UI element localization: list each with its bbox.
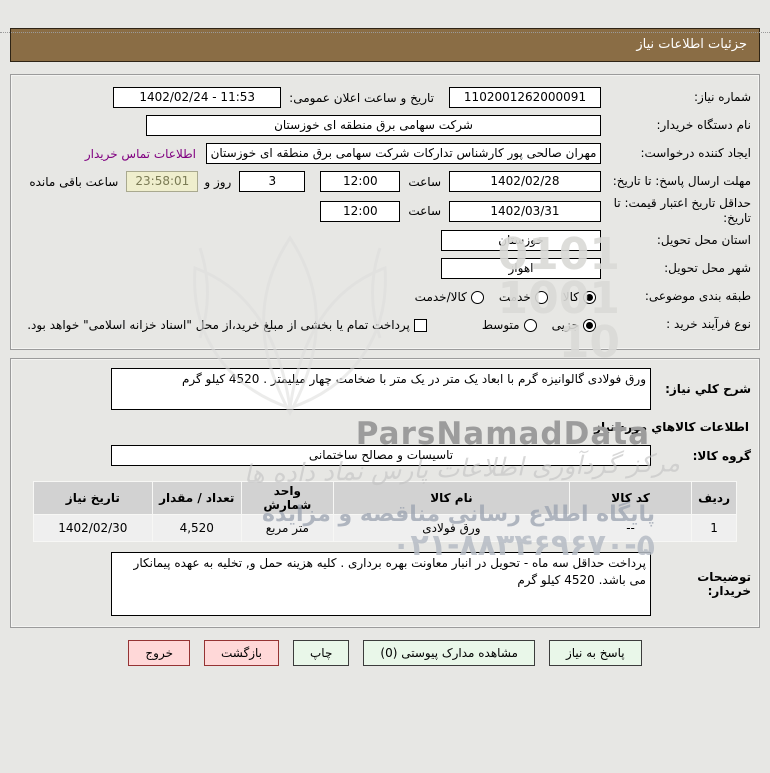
deadline-hour-label: ساعت — [408, 174, 441, 189]
need-number-field[interactable]: 1102001262000091 — [449, 87, 601, 108]
deadline-label: مهلت ارسال پاسخ: تا تاریخ: — [612, 174, 751, 188]
process-type-label: نوع فرآیند خرید : — [666, 317, 751, 331]
validity-time-field[interactable]: 12:00 — [320, 200, 401, 222]
cell-goods-code: -- — [568, 514, 693, 542]
deadline-time-field[interactable]: 12:00 — [320, 171, 401, 192]
deadline-row: مهلت ارسال پاسخ: تا تاریخ: 1402/02/28 سا… — [19, 168, 751, 195]
radio-goods-service-label: کالا/خدمت — [414, 289, 467, 304]
radio-minor[interactable] — [583, 319, 596, 332]
cell-unit: متر مربع — [240, 514, 334, 542]
need-description-field[interactable]: ورق فولادی گالوانیزه گرم با ابعاد یک متر… — [111, 368, 651, 410]
radio-service[interactable] — [534, 291, 548, 304]
buyer-org-field[interactable]: شرکت سهامی برق منطقه ای خوزستان — [146, 115, 601, 136]
page-title: جزئیات اطلاعات نیاز — [10, 28, 760, 62]
need-details-page: { "page": { "title": "جزئیات اطلاعات نیا… — [0, 28, 770, 773]
goods-group-label: گروه کالا: — [692, 448, 751, 463]
col-unit: واحد شمارش — [240, 481, 334, 515]
radio-goods-label: کالا — [562, 289, 579, 304]
col-need-date: تاریخ نیاز — [33, 481, 153, 515]
announce-datetime-label: تاریخ و ساعت اعلان عمومی: — [289, 90, 434, 105]
requester-row: ایجاد کننده درخواست: مهران صالحی پور کار… — [19, 140, 751, 167]
exit-button[interactable]: خروج — [128, 640, 190, 666]
table-row: 1 -- ورق فولادی متر مربع 4,520 1402/02/3… — [33, 514, 737, 542]
province-field[interactable]: خوزستان — [441, 230, 601, 251]
city-row: شهر محل تحویل: اهواز — [19, 255, 751, 282]
action-buttons-row: پاسخ به نیاز مشاهده مدارک پیوستی (0) چاپ… — [0, 640, 770, 666]
price-validity-label: حداقل تاریخ اعتبار قیمت: تا تاریخ: — [613, 196, 751, 225]
need-details-panel: شرح کلي نیاز: ورق فولادی گالوانیزه گرم ب… — [10, 358, 760, 628]
radio-minor-label: جزیی — [551, 317, 579, 332]
buyer-org-row: نام دستگاه خریدار: شرکت سهامی برق منطقه … — [19, 112, 751, 139]
goods-table: ردیف کد کالا نام کالا واحد شمارش تعداد /… — [33, 481, 737, 542]
treasury-checkbox[interactable] — [413, 319, 427, 332]
cell-row-number: 1 — [691, 514, 737, 542]
countdown-timer: 23:58:01 — [126, 171, 199, 192]
province-row: استان محل تحویل: خوزستان — [19, 227, 751, 254]
requester-label: ایجاد کننده درخواست: — [640, 146, 751, 160]
cell-goods-name: ورق فولادی — [332, 514, 570, 542]
goods-group-row: گروه کالا: تاسیسات و مصالح ساختمانی — [19, 442, 751, 469]
need-description-row: شرح کلي نیاز: ورق فولادی گالوانیزه گرم ب… — [19, 368, 751, 410]
validity-hour-label: ساعت — [408, 204, 441, 218]
city-field[interactable]: اهواز — [441, 258, 601, 279]
radio-service-label: خدمت — [498, 289, 531, 304]
top-dotted-divider — [0, 32, 770, 33]
buyer-notes-label: توضیحات خریدار: — [697, 570, 751, 598]
buyer-contact-link[interactable]: اطلاعات تماس خریدار — [85, 147, 196, 161]
days-remaining-field[interactable]: 3 — [239, 171, 306, 192]
back-button[interactable]: بازگشت — [204, 640, 279, 666]
col-goods-code: کد کالا — [568, 481, 693, 515]
treasury-checkbox-label: پرداخت تمام یا بخشی از مبلغ خرید،از محل … — [27, 317, 410, 332]
view-attachments-button[interactable]: مشاهده مدارک پیوستی (0) — [363, 640, 535, 666]
city-label: شهر محل تحویل: — [664, 261, 751, 275]
col-row-number: ردیف — [691, 481, 737, 515]
print-button[interactable]: چاپ — [293, 640, 350, 666]
goods-info-heading: اطلاعات کالاهاي مورد نیاز — [594, 420, 749, 434]
need-number-row: شماره نیاز: 1102001262000091 تاریخ و ساع… — [19, 84, 751, 111]
radio-goods-service[interactable] — [470, 291, 484, 304]
col-quantity: تعداد / مقدار — [151, 481, 242, 515]
days-label: روز و — [204, 174, 232, 189]
validity-date-field[interactable]: 1402/03/31 — [449, 200, 601, 222]
radio-medium-label: متوسط — [481, 317, 520, 332]
category-label: طبقه بندی موضوعی: — [644, 289, 751, 303]
goods-group-field[interactable]: تاسیسات و مصالح ساختمانی — [111, 445, 651, 466]
need-description-label: شرح کلي نیاز: — [665, 382, 751, 396]
process-type-row: نوع فرآیند خرید : جزیی متوسط پرداخت تمام… — [19, 311, 751, 338]
general-info-panel: شماره نیاز: 1102001262000091 تاریخ و ساع… — [10, 74, 760, 350]
need-number-label: شماره نیاز: — [694, 90, 751, 104]
radio-goods[interactable] — [583, 291, 596, 304]
buyer-notes-row: توضیحات خریدار: پرداخت حداقل سه ماه - تح… — [19, 552, 751, 616]
col-goods-name: نام کالا — [332, 481, 570, 515]
province-label: استان محل تحویل: — [656, 233, 751, 247]
buyer-notes-field[interactable]: پرداخت حداقل سه ماه - تحویل در انبار معا… — [111, 552, 651, 616]
cell-quantity: 4,520 — [151, 514, 242, 542]
cell-need-date: 1402/02/30 — [33, 514, 153, 542]
radio-medium[interactable] — [523, 319, 537, 332]
buyer-org-label: نام دستگاه خریدار: — [656, 118, 752, 132]
requester-field[interactable]: مهران صالحی پور کارشناس تدارکات شرکت سها… — [206, 143, 601, 164]
hours-remaining-label: ساعت باقی مانده — [29, 174, 119, 189]
deadline-date-field[interactable]: 1402/02/28 — [449, 171, 601, 192]
category-row: طبقه بندی موضوعی: کالا خدمت کالا/خدمت — [19, 283, 751, 310]
respond-to-need-button[interactable]: پاسخ به نیاز — [548, 640, 642, 666]
announce-datetime-field[interactable]: 1402/02/24 - 11:53 — [113, 87, 282, 108]
goods-table-header-row: ردیف کد کالا نام کالا واحد شمارش تعداد /… — [33, 481, 737, 515]
price-validity-row: حداقل تاریخ اعتبار قیمت: تا تاریخ: 1402/… — [19, 196, 751, 226]
